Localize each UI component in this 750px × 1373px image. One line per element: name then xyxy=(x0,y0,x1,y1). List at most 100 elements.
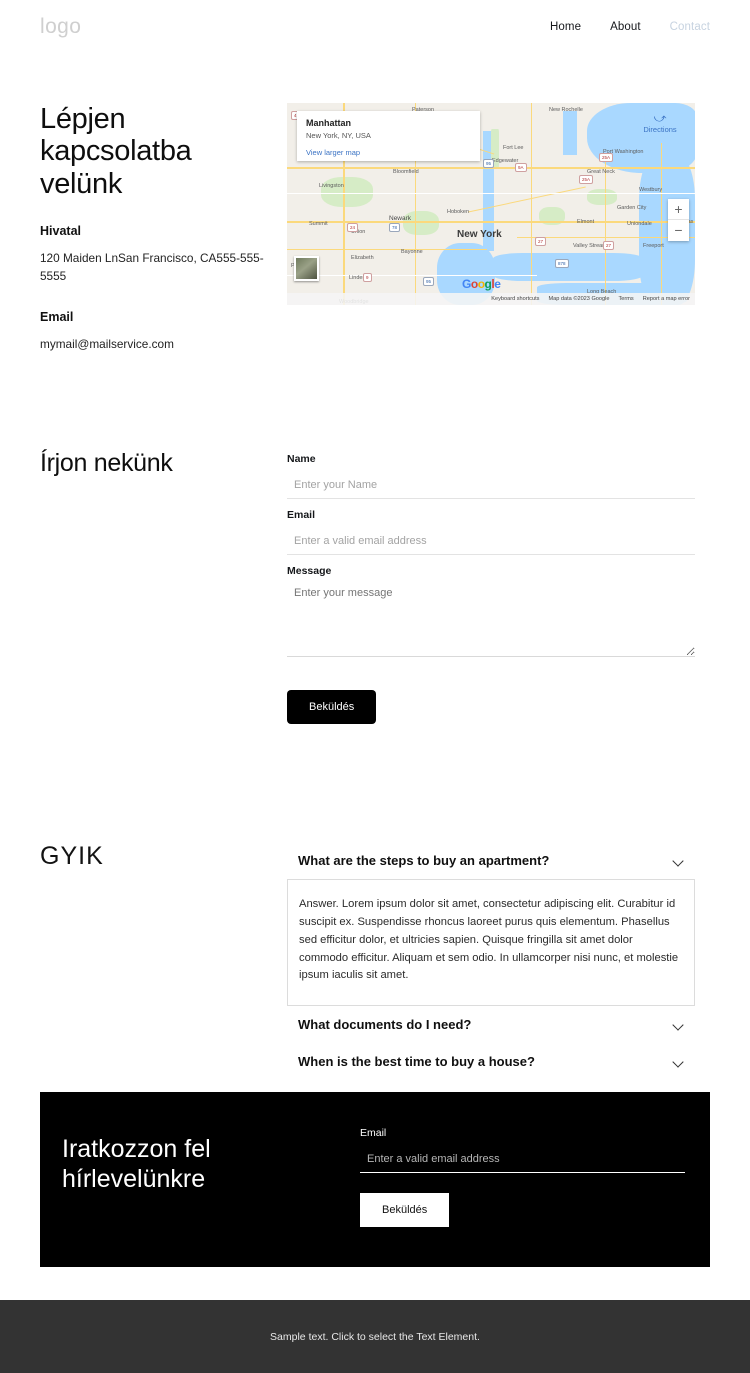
google-logo-letter: G xyxy=(462,277,471,291)
newsletter-heading-line1: Iratkozzon fel xyxy=(62,1135,211,1163)
map-label-uniondale: Uniondale xyxy=(627,221,652,227)
faq-item: When is the best time to buy a house? xyxy=(287,1043,695,1080)
map-road-h3 xyxy=(287,249,487,251)
email-label: Email xyxy=(40,309,74,324)
message-field-group: Message xyxy=(287,565,695,662)
map-shield-78: 78 xyxy=(389,223,401,232)
map-road-v5 xyxy=(661,143,663,305)
faq-question-text: What are the steps to buy an apartment? xyxy=(298,853,550,869)
chevron-down-icon[interactable] xyxy=(673,1019,684,1030)
newsletter-email-label: Email xyxy=(360,1127,387,1139)
footer-sample-text[interactable]: Sample text. Click to select the Text El… xyxy=(270,1331,480,1343)
message-textarea[interactable] xyxy=(287,587,695,658)
map-label-garden-city: Garden City xyxy=(617,205,647,211)
terms-link[interactable]: Terms xyxy=(619,296,634,302)
contact-heading: Lépjen kapcsolatba velünk xyxy=(40,103,192,200)
site-footer: Sample text. Click to select the Text El… xyxy=(0,1300,750,1373)
faq-heading-wrap: GYIK xyxy=(40,842,265,1079)
newsletter-section: Iratkozzon fel hírlevelünkre Email Bekül… xyxy=(40,1092,710,1267)
site-header: logo Home About Contact xyxy=(0,0,750,53)
newsletter-email-input[interactable] xyxy=(360,1153,685,1173)
google-logo-letter: e xyxy=(494,277,501,291)
name-input[interactable] xyxy=(287,479,695,500)
report-map-error-link[interactable]: Report a map error xyxy=(643,296,690,302)
keyboard-shortcuts-link[interactable]: Keyboard shortcuts xyxy=(491,296,539,302)
map-label-new-york: New York xyxy=(457,229,502,240)
map-directions-label: Directions xyxy=(643,125,677,134)
newsletter-heading-line2: hírlevelünkre xyxy=(62,1165,206,1193)
faq-list: What are the steps to buy an apartment? … xyxy=(287,842,695,1079)
faq-item: What documents do I need? xyxy=(287,1006,695,1043)
map-label-summit: Summit xyxy=(309,221,328,227)
map-shield-27: 27 xyxy=(535,237,547,246)
faq-heading: GYIK xyxy=(40,842,104,871)
map-shield-878: 878 xyxy=(555,259,569,268)
name-field-group: Name xyxy=(287,453,695,500)
faq-answer-panel: Answer. Lorem ipsum dolor sit amet, cons… xyxy=(287,879,695,1006)
contact-email[interactable]: mymail@mailservice.com xyxy=(40,336,265,354)
map-card-subtitle: New York, NY, USA xyxy=(306,131,371,140)
map-shield-9a: 9A xyxy=(515,163,527,172)
email-label: Email xyxy=(287,509,316,522)
map-road-white2 xyxy=(287,275,537,276)
nav-link-home[interactable]: Home xyxy=(550,21,581,33)
office-label: Hivatal xyxy=(40,224,81,239)
map-green-w xyxy=(321,177,373,207)
email-field-group: Email xyxy=(287,509,695,556)
google-logo: Google xyxy=(462,277,501,291)
map-shield-24: 24 xyxy=(347,223,359,232)
chevron-down-icon[interactable] xyxy=(673,855,684,866)
map-label-fort-lee: Fort Lee xyxy=(503,145,524,151)
map-label-bloomfield: Bloomfield xyxy=(393,169,419,175)
street-view-thumbnail[interactable] xyxy=(294,256,319,281)
faq-question-toggle[interactable]: When is the best time to buy a house? xyxy=(287,1043,695,1080)
contact-form: Name Email Message Beküldés xyxy=(287,449,695,725)
write-us-section: Írjon nekünk Name Email Message Beküldés xyxy=(0,353,750,725)
site-logo[interactable]: logo xyxy=(40,15,81,39)
map-label-hoboken: Hoboken xyxy=(447,209,470,215)
map-shield-95b: 95 xyxy=(483,159,495,168)
message-label: Message xyxy=(287,565,332,578)
contact-info: Lépjen kapcsolatba velünk Hivatal 120 Ma… xyxy=(40,103,265,353)
name-label: Name xyxy=(287,453,316,466)
chevron-down-icon[interactable] xyxy=(673,1056,684,1067)
map-water-river-north xyxy=(563,111,577,155)
faq-question-text: What documents do I need? xyxy=(298,1016,472,1032)
map-label-elmont: Elmont xyxy=(577,219,595,225)
map-label-new-rochelle: New Rochelle xyxy=(549,107,583,113)
map-zoom-controls[interactable]: + − xyxy=(668,199,689,241)
google-map[interactable]: New York Newark Hoboken Paterson New Roc… xyxy=(287,103,695,305)
view-larger-map-link[interactable]: View larger map xyxy=(306,148,471,157)
map-road-white1 xyxy=(287,193,695,194)
map-attribution-bar: Keyboard shortcuts Map data ©2023 Google… xyxy=(287,293,695,305)
map-shield-9: 9 xyxy=(363,273,372,282)
nav-link-contact[interactable]: Contact xyxy=(670,21,710,33)
nav-link-about[interactable]: About xyxy=(610,21,641,33)
map-zoom-out-button[interactable]: − xyxy=(668,220,689,241)
map-directions-button[interactable]: ⤻ Directions xyxy=(635,111,685,134)
google-logo-letter: o xyxy=(470,277,478,291)
email-input[interactable] xyxy=(287,535,695,556)
faq-item: What are the steps to buy an apartment? … xyxy=(287,842,695,1006)
contact-section: Lépjen kapcsolatba velünk Hivatal 120 Ma… xyxy=(0,53,750,353)
faq-question-text: When is the best time to buy a house? xyxy=(298,1053,535,1069)
newsletter-submit-button[interactable]: Beküldés xyxy=(360,1193,450,1227)
map-label-westbury: Westbury xyxy=(639,187,663,193)
faq-question-toggle[interactable]: What documents do I need? xyxy=(287,1006,695,1043)
map-zoom-in-button[interactable]: + xyxy=(668,199,689,220)
map-shield-27b: 27 xyxy=(603,241,615,250)
directions-arrow-icon: ⤻ xyxy=(653,111,667,125)
office-address: 120 Maiden LnSan Francisco, CA555-555-55… xyxy=(40,251,264,284)
contact-submit-button[interactable]: Beküldés xyxy=(287,690,377,725)
map-shield-95: 95 xyxy=(423,277,435,286)
map-label-elizabeth: Elizabeth xyxy=(351,255,374,261)
map-label-bayonne: Bayonne xyxy=(401,249,423,255)
faq-question-toggle[interactable]: What are the steps to buy an apartment? xyxy=(287,842,695,879)
map-label-livingston: Livingston xyxy=(319,183,344,189)
map-info-card[interactable]: Manhattan New York, NY, USA View larger … xyxy=(297,111,480,161)
newsletter-heading: Iratkozzon fel hírlevelünkre xyxy=(62,1134,312,1194)
map-label-valley-stream: Valley Stream xyxy=(573,243,607,249)
map-label-newark: Newark xyxy=(389,215,412,222)
write-us-heading: Írjon nekünk xyxy=(40,449,173,478)
faq-section: GYIK What are the steps to buy an apartm… xyxy=(0,724,750,1079)
